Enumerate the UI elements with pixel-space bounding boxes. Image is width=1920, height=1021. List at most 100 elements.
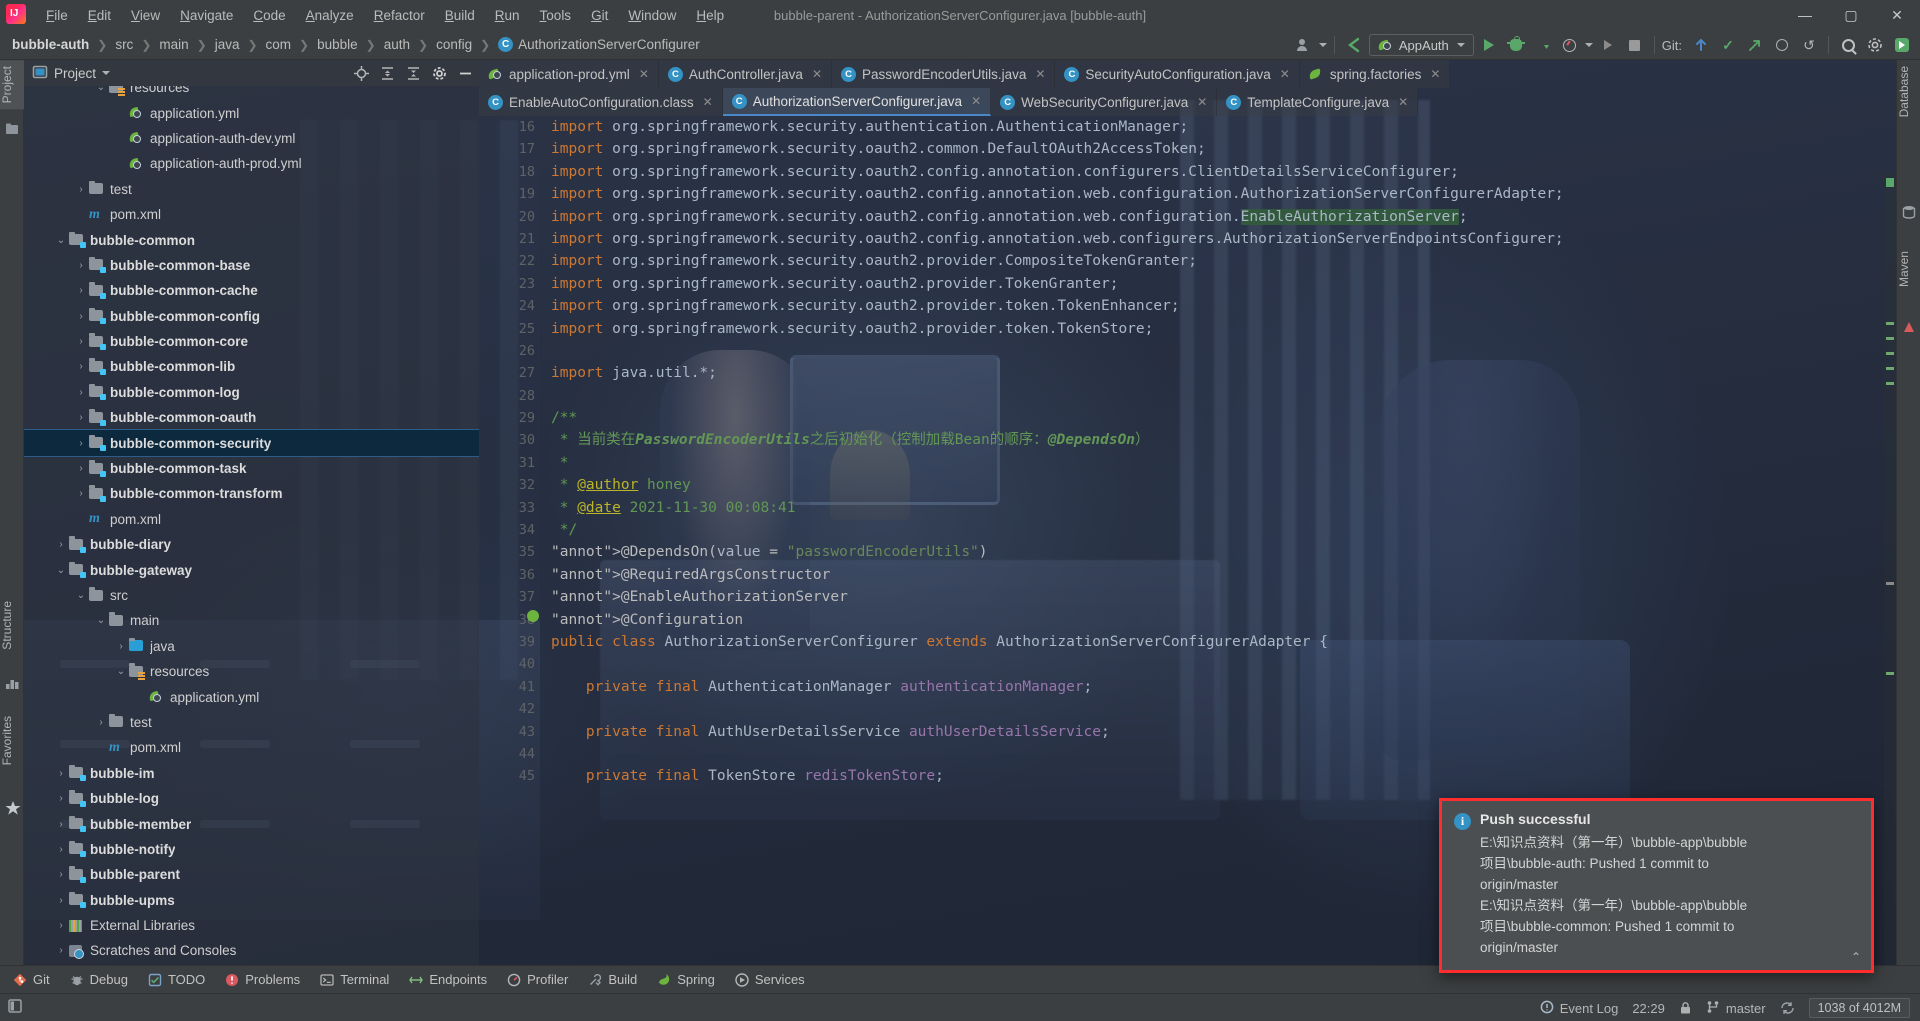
editor-tab[interactable]: spring.factories ✕ xyxy=(1299,60,1451,88)
code-line[interactable]: public class AuthorizationServerConfigur… xyxy=(551,631,1896,653)
tree-node[interactable]: ⌄ resources xyxy=(24,86,479,100)
code-line[interactable]: import org.springframework.security.oaut… xyxy=(551,250,1896,272)
editor-tab[interactable]: C SecurityAutoConfiguration.java ✕ xyxy=(1055,60,1300,88)
code-line[interactable]: import org.springframework.security.oaut… xyxy=(551,318,1896,340)
menu-item-analyze[interactable]: Analyze xyxy=(296,4,364,27)
editor-tab[interactable]: C EnableAutoConfiguration.class ✕ xyxy=(479,88,723,116)
code-line[interactable]: private final AuthUserDetailsService aut… xyxy=(551,721,1896,743)
bottom-tool-problems[interactable]: Problems xyxy=(216,969,309,990)
tree-node[interactable]: ⌄ resources xyxy=(24,659,479,684)
code-line[interactable]: import org.springframework.security.oaut… xyxy=(551,295,1896,317)
code-line[interactable] xyxy=(551,698,1896,720)
tree-node[interactable]: application-auth-prod.yml xyxy=(24,151,479,176)
tree-node[interactable]: › bubble-common-lib xyxy=(24,354,479,379)
chevron-down-icon[interactable] xyxy=(102,71,111,75)
close-tab-icon[interactable]: ✕ xyxy=(639,67,649,81)
run-anything-icon[interactable] xyxy=(1596,33,1620,57)
sidebar-item-favorites[interactable]: Favorites xyxy=(0,710,24,771)
close-tab-icon[interactable]: ✕ xyxy=(971,94,981,108)
chevron-right-icon[interactable]: › xyxy=(74,436,88,450)
code-line[interactable]: import org.springframework.security.auth… xyxy=(551,116,1896,138)
code-line[interactable]: import org.springframework.security.oaut… xyxy=(551,183,1896,205)
chevron-right-icon[interactable]: › xyxy=(74,411,88,425)
bottom-tool-endpoints[interactable]: Endpoints xyxy=(400,969,496,990)
tree-node[interactable]: › bubble-parent xyxy=(24,862,479,887)
chevron-right-icon[interactable]: › xyxy=(54,868,68,882)
menu-item-file[interactable]: File xyxy=(36,4,78,27)
profiler-dropdown-icon[interactable] xyxy=(1318,43,1327,47)
breadcrumb-item-main[interactable]: main xyxy=(155,35,192,54)
chevron-right-icon[interactable]: › xyxy=(74,258,88,272)
sidebar-item-database[interactable]: Database xyxy=(1897,60,1920,123)
tree-node[interactable]: m pom.xml xyxy=(24,202,479,227)
code-line[interactable]: import org.springframework.security.oaut… xyxy=(551,138,1896,160)
main-toolbar[interactable]: AppAuth Git: ✓ ↺ xyxy=(1292,30,1920,60)
tree-node[interactable]: › bubble-common-oauth xyxy=(24,405,479,430)
search-everywhere-icon[interactable] xyxy=(1836,33,1860,57)
chevron-right-icon[interactable]: › xyxy=(74,335,88,349)
chevron-right-icon[interactable]: › xyxy=(54,792,68,806)
tree-node[interactable]: m pom.xml xyxy=(24,507,479,532)
code-line[interactable]: * @author honey xyxy=(551,474,1896,496)
editor-tab[interactable]: C PasswordEncoderUtils.java ✕ xyxy=(832,60,1056,88)
git-commit-icon[interactable]: ✓ xyxy=(1716,33,1740,57)
breadcrumb-item-bubble-auth[interactable]: bubble-auth xyxy=(8,35,93,54)
chevron-right-icon[interactable]: › xyxy=(54,817,68,831)
chevron-right-icon[interactable]: › xyxy=(74,385,88,399)
menu-item-view[interactable]: View xyxy=(121,4,170,27)
bottom-tool-terminal[interactable]: Terminal xyxy=(311,969,398,990)
close-tab-icon[interactable]: ✕ xyxy=(1280,67,1290,81)
chevron-down-icon[interactable]: ⌄ xyxy=(114,665,128,679)
close-tab-icon[interactable]: ✕ xyxy=(812,67,822,81)
chevron-right-icon[interactable]: › xyxy=(94,715,108,729)
minimize-button[interactable]: — xyxy=(1782,0,1828,30)
code-line[interactable]: "annot">@DependsOn(value = "passwordEnco… xyxy=(551,541,1896,563)
breadcrumb-item-bubble[interactable]: bubble xyxy=(313,35,362,54)
code-line[interactable]: /** xyxy=(551,407,1896,429)
chevron-right-icon[interactable]: › xyxy=(74,487,88,501)
profiler-icon[interactable] xyxy=(1558,33,1582,57)
chevron-right-icon[interactable]: › xyxy=(54,944,68,958)
close-tab-icon[interactable]: ✕ xyxy=(1197,95,1207,109)
tree-node[interactable]: › bubble-common-base xyxy=(24,253,479,278)
tree-node-selected[interactable]: › bubble-common-security xyxy=(24,429,479,457)
breadcrumb[interactable]: bubble-auth ❯ src ❯ main ❯ java ❯ com ❯ bubble ❯ aut… xyxy=(0,35,704,54)
run-coverage-icon[interactable] xyxy=(1531,33,1555,57)
sidebar-item-project[interactable]: Project xyxy=(0,60,24,110)
tree-node[interactable]: ⌄ main xyxy=(24,608,479,633)
tree-node[interactable]: › External Libraries xyxy=(24,913,479,938)
tree-node[interactable]: › test xyxy=(24,710,479,735)
tree-node[interactable]: › bubble-diary xyxy=(24,532,479,557)
tree-node[interactable]: › bubble-common-transform xyxy=(24,481,479,506)
chevron-right-icon[interactable]: › xyxy=(54,893,68,907)
git-push-icon[interactable] xyxy=(1743,33,1767,57)
code-line[interactable]: "annot">@Configuration xyxy=(551,609,1896,631)
code-line[interactable] xyxy=(551,385,1896,407)
right-tool-strip[interactable]: Database Maven xyxy=(1896,60,1920,992)
bottom-tool-build[interactable]: Build xyxy=(579,969,646,990)
close-tab-icon[interactable]: ✕ xyxy=(703,95,713,109)
chevron-down-icon[interactable]: ⌄ xyxy=(74,589,88,603)
editor-tab[interactable]: application-prod.yml ✕ xyxy=(479,60,659,88)
code-line[interactable]: import org.springframework.security.oaut… xyxy=(551,161,1896,183)
menu-item-help[interactable]: Help xyxy=(686,4,734,27)
push-successful-notification[interactable]: i Push successful E:\知识点资料（第一年）\bubble-a… xyxy=(1439,798,1874,973)
breadcrumb-item-class[interactable]: C AuthorizationServerConfigurer xyxy=(494,35,704,54)
run-icon[interactable] xyxy=(1477,33,1501,57)
tree-node[interactable]: › bubble-common-core xyxy=(24,329,479,354)
profiler-user-icon[interactable] xyxy=(1292,33,1316,57)
run-line-marker-icon[interactable] xyxy=(527,610,539,622)
menu-item-code[interactable]: Code xyxy=(243,4,295,27)
menu-item-navigate[interactable]: Navigate xyxy=(170,4,243,27)
code-line[interactable]: * 当前类在PasswordEncoderUtils之后初始化（控制加载Bean… xyxy=(551,429,1896,451)
code-line[interactable]: "annot">@EnableAuthorizationServer xyxy=(551,586,1896,608)
tree-node[interactable]: › java xyxy=(24,634,479,659)
bottom-tool-services[interactable]: Services xyxy=(726,969,814,990)
run-dropdown-icon[interactable] xyxy=(1584,43,1593,47)
lock-icon[interactable] xyxy=(1679,1001,1692,1015)
tree-node[interactable]: ⌄ bubble-gateway xyxy=(24,557,479,582)
status-bar-toggle-icon[interactable] xyxy=(8,999,22,1016)
event-log-button[interactable]: Event Log xyxy=(1540,1000,1618,1017)
tree-node[interactable]: › bubble-common-config xyxy=(24,304,479,329)
editor-tab[interactable]: C TemplateConfigure.java ✕ xyxy=(1217,88,1419,116)
